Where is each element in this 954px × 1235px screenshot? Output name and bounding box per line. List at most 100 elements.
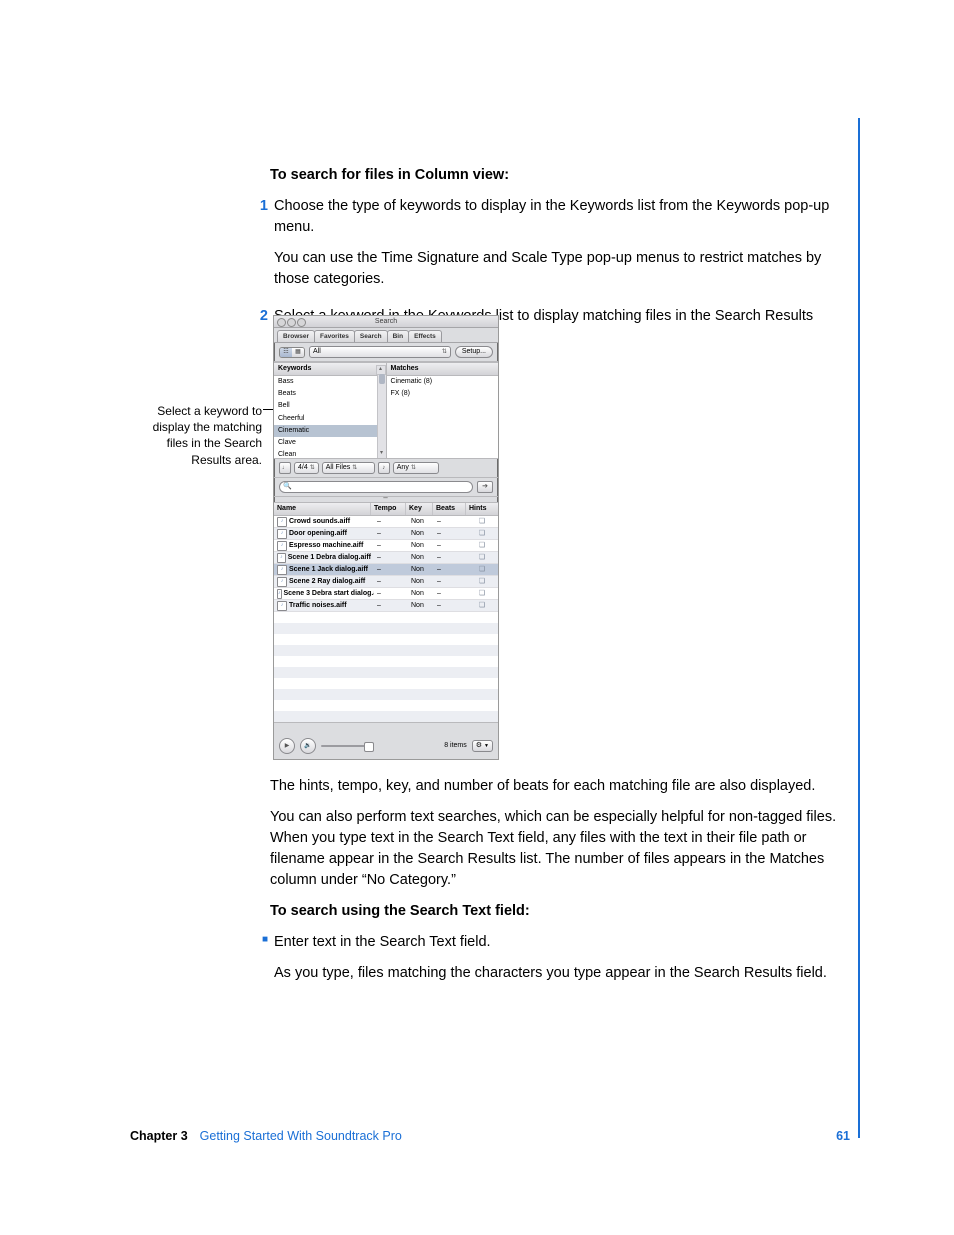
tab-search[interactable]: Search bbox=[354, 330, 388, 342]
keywords-scrollbar[interactable]: ▴ ▾ bbox=[377, 374, 386, 458]
play-button[interactable]: ▶ bbox=[279, 738, 295, 754]
magnifier-icon: 🔍 bbox=[283, 482, 292, 492]
table-row[interactable]: ♪Scene 2 Ray dialog.aiff–Non–❏ bbox=[274, 576, 498, 588]
file-icon: ♪ bbox=[277, 517, 287, 527]
keyword-row[interactable]: Bell bbox=[274, 400, 386, 412]
cell-key: Non bbox=[408, 601, 434, 611]
bullet-1-text: Enter text in the Search Text field. bbox=[274, 932, 846, 953]
keyword-row[interactable]: Bass bbox=[274, 376, 386, 388]
search-text-field[interactable]: 🔍 bbox=[279, 481, 473, 493]
paragraph-hints: The hints, tempo, key, and number of bea… bbox=[270, 776, 846, 797]
cell-key: Non bbox=[408, 541, 434, 551]
gear-icon: ⚙ bbox=[476, 741, 482, 751]
keyword-row[interactable]: Cheerful bbox=[274, 413, 386, 425]
cell-tempo: – bbox=[374, 541, 408, 551]
cell-key: Non bbox=[408, 553, 434, 563]
match-row[interactable]: Cinematic (8) bbox=[387, 376, 499, 388]
file-name: Scene 1 Debra dialog.aiff bbox=[288, 553, 371, 563]
cell-hints: ❏ bbox=[466, 517, 498, 527]
cell-beats: – bbox=[434, 589, 466, 599]
bullet-1-note: As you type, files matching the characte… bbox=[274, 963, 846, 984]
tab-browser[interactable]: Browser bbox=[277, 330, 315, 342]
file-filter-popup[interactable]: All Files ⇅ bbox=[322, 462, 375, 474]
keyword-row[interactable]: Clave bbox=[274, 437, 386, 449]
table-row[interactable]: ♪Scene 1 Debra dialog.aiff–Non–❏ bbox=[274, 552, 498, 564]
tab-effects[interactable]: Effects bbox=[408, 330, 442, 342]
item-count: 8 items bbox=[444, 741, 467, 751]
file-name: Espresso machine.aiff bbox=[289, 541, 363, 551]
traffic-light-close-icon[interactable] bbox=[277, 318, 286, 327]
hint-icon: ❏ bbox=[479, 541, 485, 551]
cell-key: Non bbox=[408, 529, 434, 539]
cell-hints: ❏ bbox=[466, 529, 498, 539]
tab-favorites[interactable]: Favorites bbox=[314, 330, 355, 342]
timesig-value: 4/4 bbox=[298, 463, 308, 473]
traffic-light-zoom-icon[interactable] bbox=[297, 318, 306, 327]
file-name: Scene 1 Jack dialog.aiff bbox=[289, 565, 368, 575]
hint-icon: ❏ bbox=[479, 589, 485, 599]
footer-page-number: 61 bbox=[836, 1127, 850, 1145]
action-menu[interactable]: ⚙ ▼ bbox=[472, 740, 493, 752]
keyword-row[interactable]: Clean bbox=[274, 449, 386, 458]
scale-icon[interactable]: ♪ bbox=[378, 462, 390, 474]
table-row[interactable]: ♪Traffic noises.aiff–Non–❏ bbox=[274, 600, 498, 612]
heading-text-field: To search using the Search Text field: bbox=[270, 901, 846, 922]
table-row[interactable]: ♪Crowd sounds.aiff–Non–❏ bbox=[274, 516, 498, 528]
keyword-row[interactable]: Beats bbox=[274, 388, 386, 400]
keywords-header: Keywords bbox=[274, 363, 386, 376]
cell-tempo: – bbox=[374, 553, 408, 563]
cell-beats: – bbox=[434, 541, 466, 551]
file-icon: ♪ bbox=[277, 529, 287, 539]
scroll-down-arrow-icon[interactable]: ▾ bbox=[378, 450, 386, 458]
col-beats[interactable]: Beats bbox=[433, 503, 466, 515]
step-number-2: 2 bbox=[248, 306, 274, 358]
file-icon: ♪ bbox=[277, 577, 287, 587]
file-icon: ♪ bbox=[277, 589, 282, 599]
cell-tempo: – bbox=[374, 589, 408, 599]
results-table: Name Tempo Key Beats Hints ♪Crowd sounds… bbox=[274, 503, 498, 722]
page-footer: Chapter 3 Getting Started With Soundtrac… bbox=[130, 1127, 850, 1145]
file-icon: ♪ bbox=[277, 553, 286, 563]
window-title: Search bbox=[375, 318, 397, 325]
cell-hints: ❏ bbox=[466, 601, 498, 611]
keywords-popup[interactable]: All ⇅ bbox=[309, 346, 451, 358]
slider-thumb[interactable] bbox=[364, 742, 374, 752]
hint-icon: ❏ bbox=[479, 577, 485, 587]
cell-hints: ❏ bbox=[466, 553, 498, 563]
table-row[interactable]: ♪Door opening.aiff–Non–❏ bbox=[274, 528, 498, 540]
file-icon: ♪ bbox=[277, 565, 287, 575]
col-key[interactable]: Key bbox=[406, 503, 433, 515]
cell-key: Non bbox=[408, 589, 434, 599]
table-row[interactable]: ♪Scene 3 Debra start dialog.aiff–Non–❏ bbox=[274, 588, 498, 600]
scroll-thumb[interactable] bbox=[379, 374, 385, 384]
keyword-row[interactable]: Cinematic bbox=[274, 425, 386, 437]
traffic-light-minimize-icon[interactable] bbox=[287, 318, 296, 327]
col-hints[interactable]: Hints bbox=[466, 503, 498, 515]
setup-button[interactable]: Setup... bbox=[455, 346, 493, 358]
paragraph-text-search: You can also perform text searches, whic… bbox=[270, 807, 846, 891]
timesig-popup[interactable]: 4/4 ⇅ bbox=[294, 462, 319, 474]
scale-popup[interactable]: Any ⇅ bbox=[393, 462, 439, 474]
hint-icon: ❏ bbox=[479, 529, 485, 539]
volume-slider[interactable] bbox=[321, 745, 371, 747]
file-name: Scene 3 Debra start dialog.aiff bbox=[284, 589, 375, 599]
cell-tempo: – bbox=[374, 565, 408, 575]
volume-button[interactable]: 🔉 bbox=[300, 738, 316, 754]
file-name: Crowd sounds.aiff bbox=[289, 517, 350, 527]
go-button[interactable]: ➔ bbox=[477, 481, 493, 493]
col-name[interactable]: Name bbox=[274, 503, 371, 515]
tab-bin[interactable]: Bin bbox=[387, 330, 409, 342]
step-number-1: 1 bbox=[248, 196, 274, 300]
button-view-icon[interactable]: ▦ bbox=[292, 348, 304, 357]
timesig-icon[interactable]: ♩ bbox=[279, 462, 291, 474]
tab-bar: Browser Favorites Search Bin Effects bbox=[274, 328, 498, 343]
table-row[interactable]: ♪Scene 1 Jack dialog.aiff–Non–❏ bbox=[274, 564, 498, 576]
hint-icon: ❏ bbox=[479, 565, 485, 575]
column-view-icon[interactable]: ☷ bbox=[280, 348, 292, 357]
view-mode-segmented[interactable]: ☷ ▦ bbox=[279, 347, 305, 358]
scale-value: Any bbox=[397, 463, 409, 473]
col-tempo[interactable]: Tempo bbox=[371, 503, 406, 515]
cell-beats: – bbox=[434, 565, 466, 575]
match-row[interactable]: FX (8) bbox=[387, 388, 499, 400]
table-row[interactable]: ♪Espresso machine.aiff–Non–❏ bbox=[274, 540, 498, 552]
